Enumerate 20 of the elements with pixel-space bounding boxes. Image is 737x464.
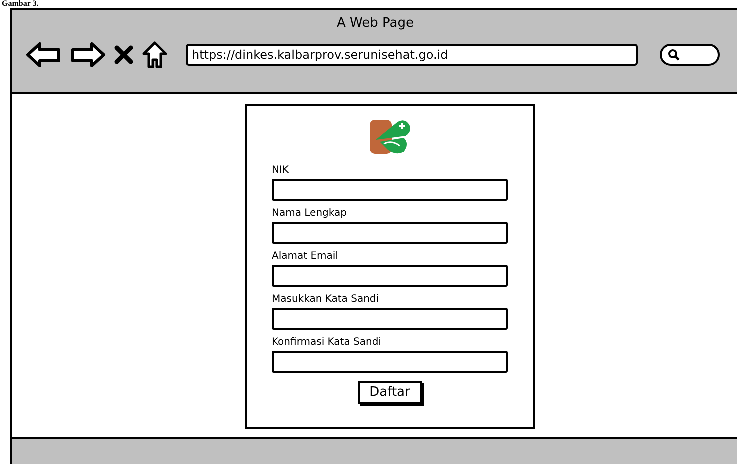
input-field[interactable] <box>272 265 508 287</box>
field-label: Alamat Email <box>272 250 340 264</box>
search-icon <box>668 49 680 61</box>
field-label: Nama Lengkap <box>272 207 348 221</box>
input-field[interactable] <box>272 179 508 201</box>
submit-button[interactable]: Daftar <box>358 381 422 404</box>
input-field[interactable] <box>272 222 508 244</box>
forward-icon[interactable] <box>70 42 106 68</box>
address-bar[interactable]: https://dinkes.kalbarprov.serunisehat.go.id <box>186 44 638 66</box>
home-icon[interactable] <box>142 41 168 69</box>
input-field[interactable] <box>272 351 508 373</box>
field-label: Konfirmasi Kata Sandi <box>272 336 382 350</box>
field-label: Masukkan Kata Sandi <box>272 293 380 307</box>
figure-caption: Gambar 3. <box>2 0 39 8</box>
back-icon[interactable] <box>26 42 62 68</box>
search-field[interactable] <box>660 44 720 66</box>
input-field[interactable] <box>272 308 508 330</box>
close-icon[interactable] <box>114 45 134 65</box>
field-label: NIK <box>272 164 290 178</box>
window-title: A Web Page <box>337 16 414 31</box>
